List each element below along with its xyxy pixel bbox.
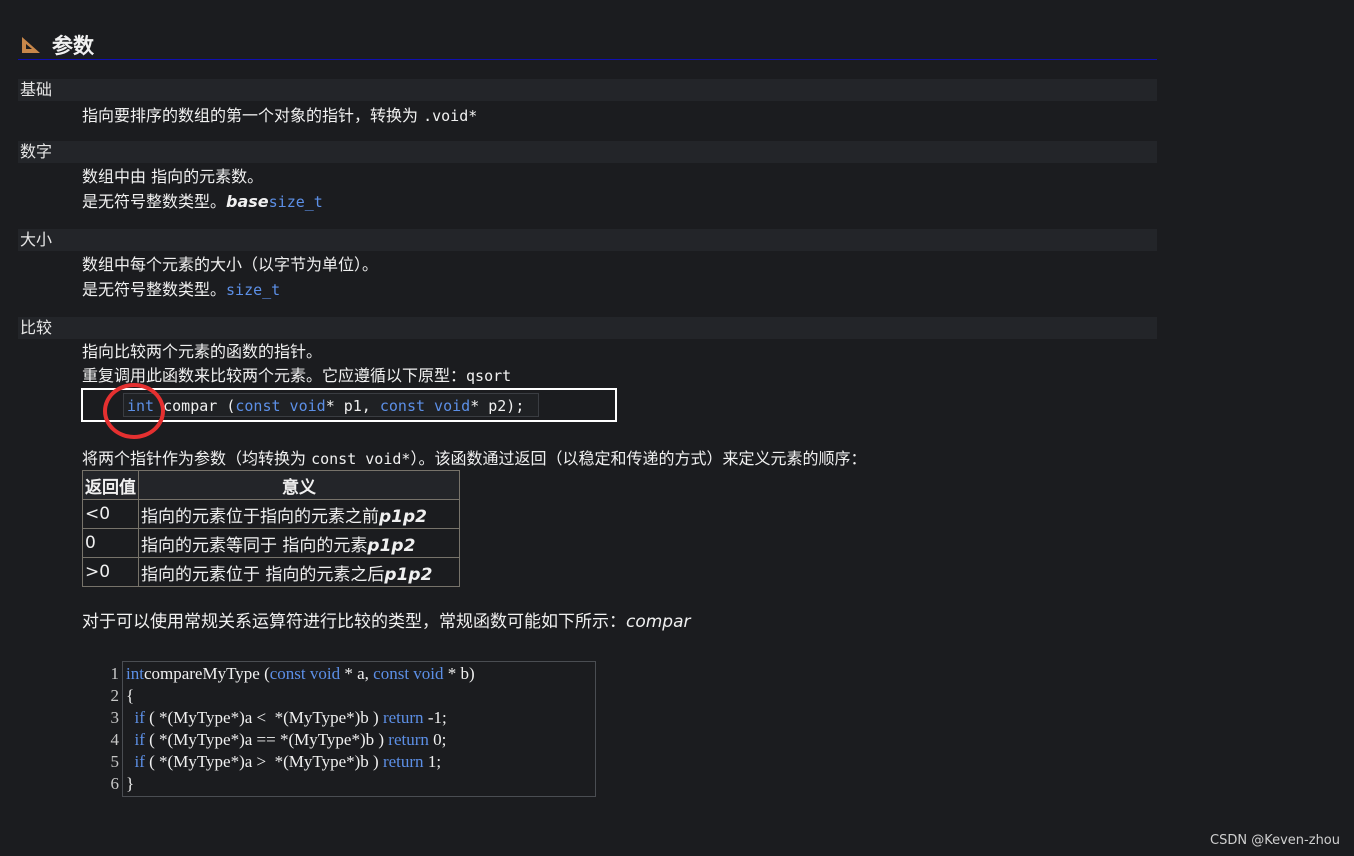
code-block: 1 intcompareMyType (const void * a, const… xyxy=(111,661,596,797)
code-token: * p2); xyxy=(470,397,525,415)
code-inline: size_t xyxy=(268,193,323,211)
code-line: { xyxy=(126,686,134,706)
code-inline: qsort xyxy=(466,367,512,385)
cell: 指向的元素等同于 指向的元素p1p2 xyxy=(138,528,460,558)
note-text: 对于可以使用常规关系运算符进行比较的类型，常规函数可能如下所示：compar xyxy=(82,610,691,635)
code-token: ( *(MyType*)a < *(MyType*)b ) xyxy=(144,708,383,727)
watermark: CSDN @Keven-zhou xyxy=(1210,833,1340,848)
italic-term: p1p2 xyxy=(379,506,427,527)
code-token: * p1, xyxy=(325,397,380,415)
cell-text: 指向的元素等同于 指向的元素 xyxy=(141,535,368,556)
title-divider xyxy=(18,59,1157,60)
param-desc: 指向比较两个元素的函数的指针。重复调用此函数来比较两个元素。它应遵循以下原型：q… xyxy=(82,340,511,388)
explain-text: 将两个指针作为参数（均转换为 const void*）。该函数通过返回（以稳定和… xyxy=(82,446,866,472)
code-token: -1; xyxy=(423,708,447,727)
cell: >0 xyxy=(82,557,139,587)
desc-text: ）。该函数通过返回（以稳定和传递的方式）来定义元素的顺序： xyxy=(410,449,867,468)
desc-text: 重复调用此函数来比较两个元素。它应遵循以下原型： xyxy=(82,366,467,385)
desc-text: 对于可以使用常规关系运算符进行比较的类型，常规函数可能如下所示： xyxy=(82,612,626,632)
code-token: 1; xyxy=(423,752,442,771)
cell: <0 xyxy=(82,499,139,529)
line-number: 2 xyxy=(110,686,120,705)
param-name: 大小 xyxy=(18,229,1157,251)
header-cell: 返回值 xyxy=(82,470,139,500)
header-cell: 意义 xyxy=(138,470,460,500)
cell: 指向的元素位于指向的元素之前p1p2 xyxy=(138,499,460,529)
param-name: 数字 xyxy=(18,141,1157,163)
line-number: 6 xyxy=(110,774,120,793)
code-token: const void xyxy=(235,397,326,415)
italic-term: compar xyxy=(626,612,691,632)
desc-text: 指向比较两个元素的函数的指针。 xyxy=(82,342,323,361)
table-row: <0 指向的元素位于指向的元素之前p1p2 xyxy=(82,499,460,529)
code-line: intcompareMyType (const void * a, const … xyxy=(126,664,475,684)
code-token: } xyxy=(126,774,135,793)
cell-text: 指向的元素位于 指向的元素之后 xyxy=(141,564,385,585)
code-token: return xyxy=(382,752,424,771)
code-token: int xyxy=(126,664,144,683)
code-token: const void xyxy=(379,397,471,415)
code-token: * b) xyxy=(443,664,475,683)
code-token: compar ( xyxy=(154,397,236,415)
desc-text: 是无符号整数类型。 xyxy=(82,192,227,211)
code-token: return xyxy=(382,708,424,727)
table-row: >0 指向的元素位于 指向的元素之后p1p2 xyxy=(82,557,460,587)
italic-term: p1p2 xyxy=(367,535,416,556)
code-token: ( *(MyType*)a > *(MyType*)b ) xyxy=(144,752,383,771)
code-token: * a, xyxy=(340,664,374,683)
desc-text: 将两个指针作为参数（均转换为 xyxy=(82,449,312,468)
return-value-table: 返回值 意义 <0 指向的元素位于指向的元素之前p1p2 0 指向的元素等同于 指向的… xyxy=(82,470,460,587)
code-token: compareMyType ( xyxy=(143,664,270,683)
line-number: 5 xyxy=(110,752,120,771)
param-name: 基础 xyxy=(18,79,1157,101)
code-token: ( *(MyType*)a == *(MyType*)b ) xyxy=(144,730,389,749)
code-line: } xyxy=(126,774,134,794)
desc-text: 是无符号整数类型。 xyxy=(82,280,227,299)
param-desc: 指向要排序的数组的第一个对象的指针，转换为 .void* xyxy=(82,103,477,129)
cell: 0 xyxy=(82,528,139,558)
code-token: const void xyxy=(373,664,444,683)
code-token: if xyxy=(134,752,145,771)
italic-term: base xyxy=(226,192,269,211)
table-header: 返回值 意义 xyxy=(82,470,460,500)
code-token: if xyxy=(134,730,145,749)
desc-text: 数组中每个元素的大小（以字节为单位）。 xyxy=(82,255,379,274)
code-inline: const void* xyxy=(311,450,411,468)
triangle-ruler-icon xyxy=(22,37,40,53)
line-number: 3 xyxy=(110,708,120,727)
prototype-code: int compar (const void* p1, const void* … xyxy=(123,393,539,417)
italic-term: p1p2 xyxy=(384,564,433,585)
code-line: if ( *(MyType*)a < *(MyType*)b ) return … xyxy=(126,708,447,728)
desc-text: 数组中由 指向的元素数。 xyxy=(82,167,264,186)
section-header: 参数 xyxy=(20,30,94,60)
red-circle-annotation xyxy=(103,383,165,439)
param-desc: 数组中每个元素的大小（以字节为单位）。 是无符号整数类型。size_t xyxy=(82,252,378,303)
code-token: return xyxy=(388,730,429,749)
line-number: 1 xyxy=(110,664,120,683)
param-name: 比较 xyxy=(18,317,1157,339)
param-desc: 数组中由 指向的元素数。 是无符号整数类型。basesize_t xyxy=(82,164,323,215)
code-line: if ( *(MyType*)a == *(MyType*)b ) return… xyxy=(126,730,447,750)
section-title: 参数 xyxy=(52,34,94,58)
desc-text: 指向要排序的数组的第一个对象的指针，转换为 xyxy=(82,106,424,125)
cell: 指向的元素位于 指向的元素之后p1p2 xyxy=(138,557,460,587)
code-token: const void xyxy=(269,664,341,683)
code-token: 0; xyxy=(428,730,447,749)
code-line: if ( *(MyType*)a > *(MyType*)b ) return … xyxy=(126,752,442,772)
table-row: 0 指向的元素等同于 指向的元素p1p2 xyxy=(82,528,460,558)
cell-text: 指向的元素位于指向的元素之前 xyxy=(141,506,379,527)
code-inline: .void* xyxy=(423,107,478,125)
code-inline: size_t xyxy=(226,281,281,299)
line-number: 4 xyxy=(110,730,120,749)
code-token: if xyxy=(134,708,145,727)
code-token: { xyxy=(126,686,135,705)
